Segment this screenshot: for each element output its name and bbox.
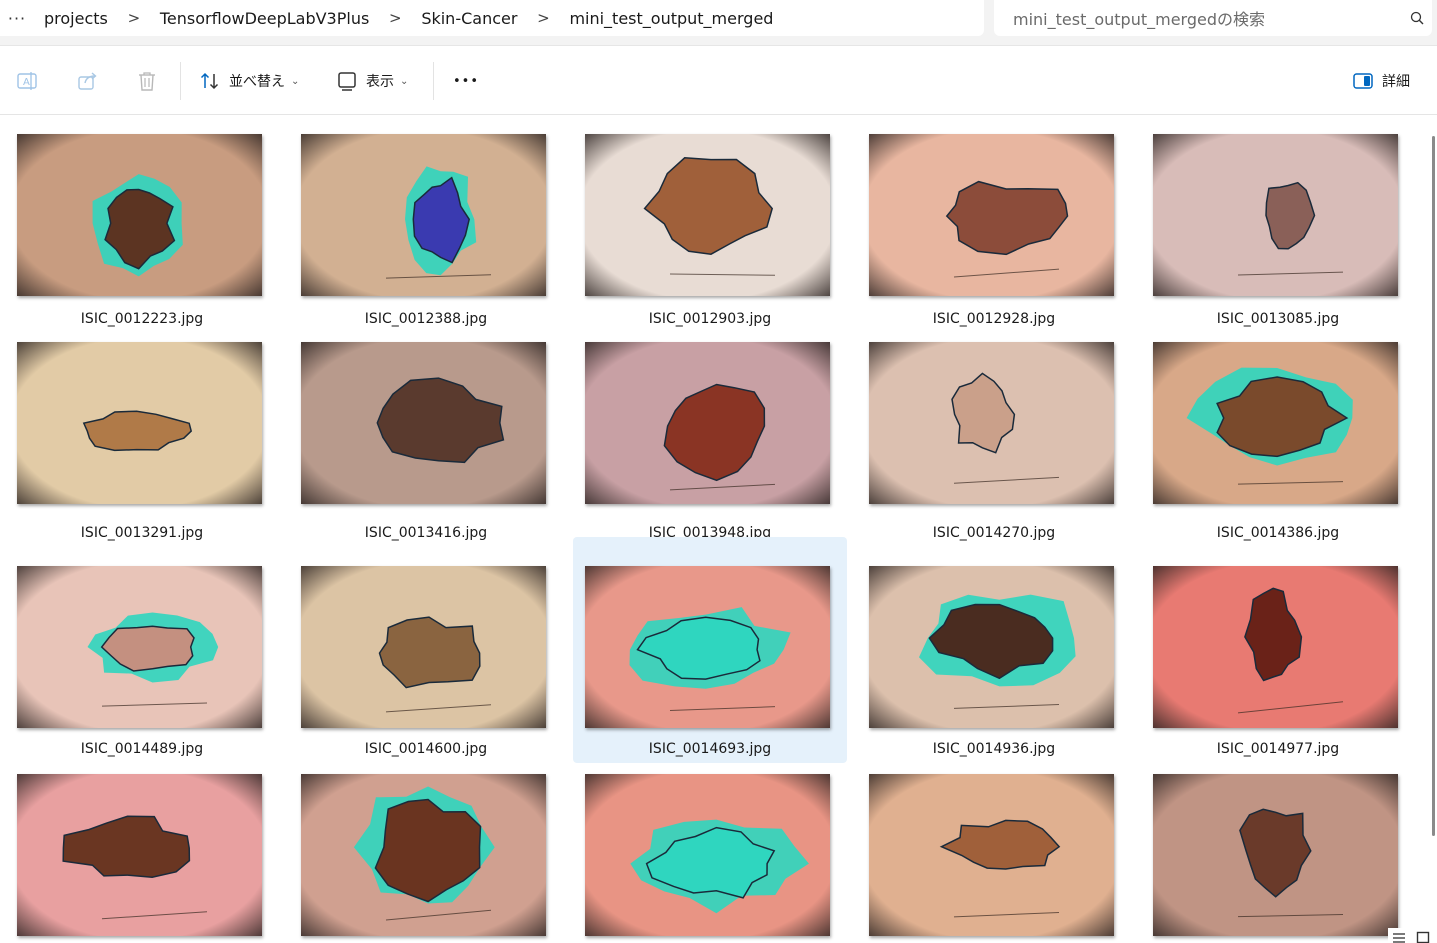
toolbar-divider xyxy=(180,62,181,100)
delete-button[interactable] xyxy=(136,47,158,115)
file-thumbnail xyxy=(301,774,546,936)
search-icon[interactable] xyxy=(1402,11,1432,25)
view-label: 表示 xyxy=(366,74,394,90)
breadcrumb[interactable]: ··· projects > TensorflowDeepLabV3Plus >… xyxy=(0,0,984,36)
chevron-down-icon: ⌄ xyxy=(291,75,300,87)
file-thumbnail xyxy=(17,774,262,936)
file-thumbnail xyxy=(585,774,830,936)
file-thumbnail xyxy=(301,566,546,728)
file-thumbnail xyxy=(869,134,1114,296)
file-name-label: ISIC_0014600.jpg xyxy=(364,741,488,757)
details-pane-icon xyxy=(1352,70,1374,92)
file-item[interactable]: ISIC_0012388.jpg xyxy=(289,120,563,346)
scrollbar-thumb[interactable] xyxy=(1432,136,1435,836)
file-thumbnail xyxy=(869,566,1114,728)
breadcrumb-chevron-icon[interactable]: > xyxy=(529,9,557,27)
share-button[interactable] xyxy=(76,47,98,115)
file-item[interactable]: ISIC_0014600.jpg xyxy=(289,537,563,763)
view-toggle-group xyxy=(1388,928,1437,943)
breadcrumb-chevron-icon[interactable]: > xyxy=(381,9,409,27)
vertical-scrollbar[interactable] xyxy=(1424,116,1437,943)
file-item[interactable]: ISIC_0014693.jpg xyxy=(573,537,847,763)
file-thumbnail xyxy=(1153,134,1398,296)
search-placeholder: mini_test_output_mergedの検索 xyxy=(1013,10,1266,29)
file-item[interactable] xyxy=(857,756,1131,943)
rename-button[interactable]: A xyxy=(16,47,38,115)
sort-label: 並べ替え xyxy=(229,74,285,90)
file-item[interactable]: ISIC_0012903.jpg xyxy=(573,120,847,346)
file-item[interactable]: ISIC_0013291.jpg xyxy=(5,327,279,553)
file-item[interactable] xyxy=(289,756,563,943)
breadcrumb-item-tensorflowdeeplabv3plus[interactable]: TensorflowDeepLabV3Plus xyxy=(148,9,381,28)
file-thumbnail xyxy=(585,134,830,296)
file-name-label: ISIC_0014977.jpg xyxy=(1216,741,1340,757)
breadcrumb-chevron-icon[interactable]: > xyxy=(120,9,148,27)
svg-text:A: A xyxy=(23,77,30,88)
sort-button[interactable]: 並べ替え ⌄ xyxy=(199,47,299,115)
file-item[interactable]: ISIC_0014936.jpg xyxy=(857,537,1131,763)
more-options-icon: ••• xyxy=(453,73,480,89)
file-name-label: ISIC_0012928.jpg xyxy=(932,311,1056,327)
trash-icon xyxy=(136,70,158,92)
file-item[interactable] xyxy=(573,756,847,943)
details-label: 詳細 xyxy=(1382,74,1410,90)
breadcrumb-item-projects[interactable]: projects xyxy=(32,9,120,28)
breadcrumb-item-current-folder[interactable]: mini_test_output_merged xyxy=(557,9,785,28)
toolbar-divider xyxy=(433,62,434,100)
file-thumbnail xyxy=(585,342,830,504)
file-thumbnail xyxy=(1153,566,1398,728)
share-icon xyxy=(76,70,98,92)
chevron-down-icon: ⌄ xyxy=(400,75,409,87)
file-explorer-window: ··· projects > TensorflowDeepLabV3Plus >… xyxy=(0,0,1437,943)
file-thumbnail xyxy=(301,134,546,296)
address-bar: ··· projects > TensorflowDeepLabV3Plus >… xyxy=(0,0,1437,46)
file-thumbnail xyxy=(301,342,546,504)
file-name-label: ISIC_0014489.jpg xyxy=(80,741,204,757)
breadcrumb-overflow-button[interactable]: ··· xyxy=(2,9,32,28)
file-item[interactable]: ISIC_0014977.jpg xyxy=(1141,537,1415,763)
file-thumbnail xyxy=(17,134,262,296)
details-view-icon[interactable] xyxy=(1392,928,1406,943)
file-grid: ISIC_0012223.jpg ISIC_0012388.jpg ISIC_0… xyxy=(0,116,1424,943)
file-item[interactable]: ISIC_0014270.jpg xyxy=(857,327,1131,553)
file-thumbnail xyxy=(17,342,262,504)
file-name-label: ISIC_0012388.jpg xyxy=(364,311,488,327)
file-item[interactable]: ISIC_0013948.jpg xyxy=(573,327,847,553)
file-item[interactable]: ISIC_0012928.jpg xyxy=(857,120,1131,346)
details-pane-button[interactable]: 詳細 xyxy=(1352,47,1410,115)
file-item[interactable]: ISIC_0014489.jpg xyxy=(5,537,279,763)
file-name-label: ISIC_0012223.jpg xyxy=(80,311,204,327)
file-item[interactable]: ISIC_0012223.jpg xyxy=(5,120,279,346)
file-name-label: ISIC_0014936.jpg xyxy=(932,741,1056,757)
breadcrumb-item-skin-cancer[interactable]: Skin-Cancer xyxy=(409,9,529,28)
file-item[interactable]: ISIC_0013085.jpg xyxy=(1141,120,1415,346)
view-icon xyxy=(336,70,358,92)
file-item[interactable]: ISIC_0014386.jpg xyxy=(1141,327,1415,553)
file-item[interactable]: ISIC_0013416.jpg xyxy=(289,327,563,553)
file-name-label: ISIC_0014693.jpg xyxy=(648,741,772,757)
sort-icon xyxy=(199,70,221,92)
file-item[interactable] xyxy=(5,756,279,943)
file-name-label: ISIC_0012903.jpg xyxy=(648,311,772,327)
large-icons-view-icon[interactable] xyxy=(1416,928,1430,943)
search-input[interactable]: mini_test_output_mergedの検索 xyxy=(994,0,1432,36)
file-thumbnail xyxy=(17,566,262,728)
command-bar: A 並べ替え ⌄ 表示 ⌄ ••• 詳細 xyxy=(0,47,1437,115)
file-thumbnail xyxy=(1153,342,1398,504)
file-name-label: ISIC_0013085.jpg xyxy=(1216,311,1340,327)
view-button[interactable]: 表示 ⌄ xyxy=(336,47,408,115)
file-thumbnail xyxy=(869,342,1114,504)
rename-icon: A xyxy=(16,70,38,92)
file-item[interactable] xyxy=(1141,756,1415,943)
file-thumbnail xyxy=(869,774,1114,936)
file-thumbnail xyxy=(1153,774,1398,936)
more-options-button[interactable]: ••• xyxy=(453,47,479,115)
file-thumbnail xyxy=(585,566,830,728)
